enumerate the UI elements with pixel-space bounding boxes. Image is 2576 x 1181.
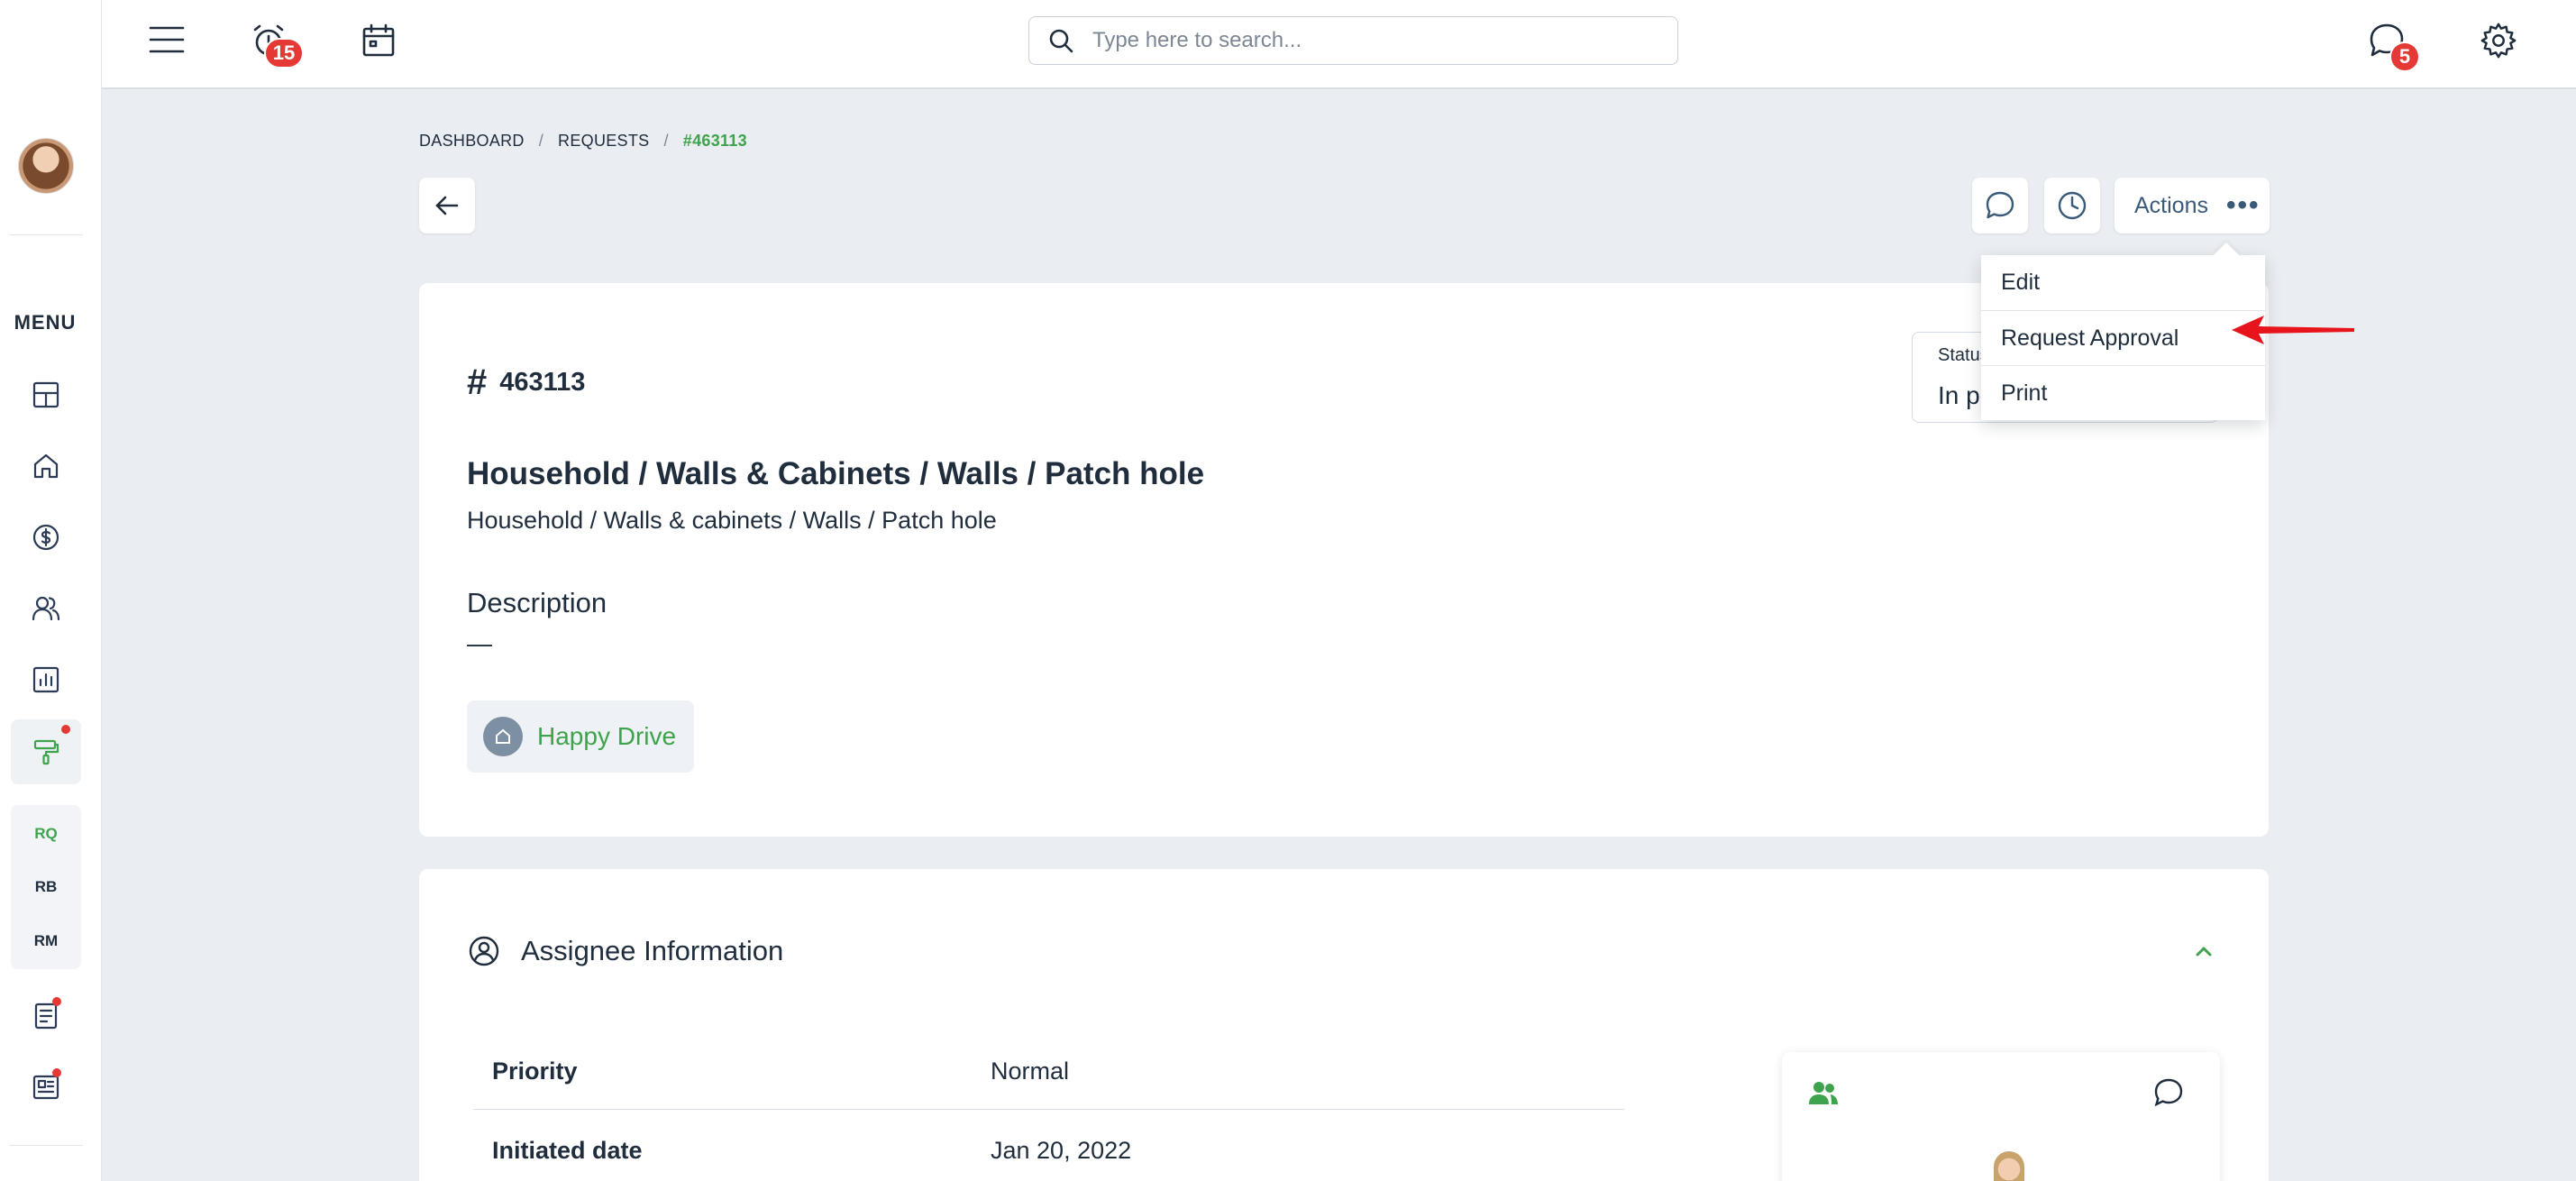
calendar-icon — [362, 23, 395, 57]
comments-button[interactable] — [1972, 178, 2028, 233]
chat-bubble-icon — [2154, 1078, 2183, 1107]
alarm-count-badge: 15 — [264, 38, 304, 69]
collapse-button[interactable] — [2190, 938, 2217, 965]
actions-dropdown: Edit Request Approval Print — [1981, 255, 2265, 420]
info-key: Initiated date — [492, 1137, 643, 1164]
subnav-item-rb[interactable]: RB — [11, 878, 81, 896]
alarm-button[interactable]: 15 — [246, 18, 304, 69]
sidebar-item-maintenance[interactable] — [11, 719, 81, 784]
back-button[interactable] — [419, 178, 475, 233]
gear-icon — [2480, 23, 2517, 59]
sidebar-item-finance[interactable] — [23, 515, 69, 560]
grid-icon — [32, 381, 59, 408]
settings-button[interactable] — [2476, 18, 2521, 63]
request-title: Household / Walls & Cabinets / Walls / P… — [467, 456, 1205, 491]
arrow-left-icon — [435, 196, 459, 215]
notification-dot — [52, 997, 61, 1006]
menu-item-print[interactable]: Print — [1981, 365, 2265, 420]
menu-label: MENU — [14, 311, 77, 334]
sidebar-divider — [9, 234, 83, 235]
search-icon — [1049, 29, 1073, 53]
clock-icon — [2058, 191, 2087, 220]
home-icon — [496, 728, 510, 744]
search-bar[interactable] — [1028, 16, 1678, 65]
breadcrumb-current: #463113 — [682, 132, 747, 150]
more-dots-icon: ••• — [2225, 190, 2261, 220]
assignee-avatar — [1994, 1151, 2024, 1181]
calendar-button[interactable] — [356, 18, 401, 63]
history-button[interactable] — [2044, 178, 2100, 233]
users-icon[interactable] — [1807, 1077, 1840, 1114]
home-icon — [33, 453, 59, 479]
breadcrumb-requests[interactable]: REQUESTS — [558, 132, 649, 151]
property-name: Happy Drive — [537, 722, 677, 750]
breadcrumb-separator: / — [663, 132, 669, 150]
sidebar: MENU RQ RB RM — [0, 0, 102, 1181]
assignee-title: Assignee Information — [521, 935, 784, 966]
info-key: Priority — [492, 1057, 578, 1085]
request-number: 463113 — [499, 368, 586, 397]
sidebar-item-reports[interactable] — [23, 657, 69, 702]
breadcrumb: DASHBOARD / REQUESTS / #463113 — [419, 132, 747, 151]
user-circle-icon — [469, 936, 499, 966]
hamburger-icon — [149, 26, 185, 53]
breadcrumb-dashboard[interactable]: DASHBOARD — [419, 132, 525, 151]
users-icon — [32, 596, 60, 621]
assignee-contact-card — [1782, 1052, 2220, 1181]
sidebar-item-documents[interactable] — [23, 993, 69, 1039]
notification-dot — [52, 1068, 61, 1077]
chat-bubble-icon — [1986, 191, 2014, 219]
annotation-arrow-icon — [2232, 316, 2354, 344]
message-assignee-button[interactable] — [2151, 1076, 2186, 1114]
property-avatar — [483, 717, 523, 756]
info-value: Jan 20, 2022 — [991, 1137, 1132, 1164]
info-value: Normal — [991, 1057, 1070, 1085]
chart-icon — [32, 666, 59, 693]
chevron-up-icon — [2196, 947, 2212, 957]
messages-button[interactable]: 5 — [2364, 18, 2420, 72]
menu-item-edit[interactable]: Edit — [1981, 255, 2265, 310]
info-row: Initiated date Jan 20, 2022 — [473, 1110, 1624, 1181]
sidebar-item-dashboard[interactable] — [23, 372, 69, 417]
user-avatar[interactable] — [18, 138, 74, 194]
search-input[interactable] — [1092, 28, 1633, 53]
messages-count-badge: 5 — [2389, 41, 2420, 72]
notification-dot — [61, 725, 70, 734]
dollar-circle-icon — [32, 524, 59, 551]
sidebar-item-people[interactable] — [23, 586, 69, 631]
description-value: — — [467, 629, 492, 657]
menu-item-request-approval[interactable]: Request Approval — [1981, 310, 2265, 365]
actions-button[interactable]: Actions ••• — [2115, 178, 2270, 233]
sidebar-item-home[interactable] — [23, 444, 69, 489]
assignee-header[interactable]: Assignee Information — [467, 934, 783, 968]
breadcrumb-separator: / — [538, 132, 544, 150]
property-chip[interactable]: Happy Drive — [467, 700, 694, 773]
info-row: Priority Normal — [473, 1030, 1624, 1110]
sidebar-divider — [9, 1145, 83, 1146]
request-subtitle: Household / Walls & cabinets / Walls / P… — [467, 507, 997, 534]
hamburger-menu-button[interactable] — [144, 20, 189, 60]
description-label: Description — [467, 587, 607, 618]
sidebar-subnav: RQ RB RM — [11, 805, 81, 969]
paint-roller-icon — [33, 739, 59, 765]
actions-label: Actions — [2134, 192, 2208, 218]
sidebar-item-news[interactable] — [23, 1065, 69, 1110]
top-bar: 15 5 — [102, 0, 2576, 89]
subnav-item-rm[interactable]: RM — [11, 932, 81, 950]
subnav-item-rq[interactable]: RQ — [11, 825, 81, 843]
hash-icon: # — [467, 362, 488, 402]
request-id: # 463113 — [467, 362, 585, 403]
